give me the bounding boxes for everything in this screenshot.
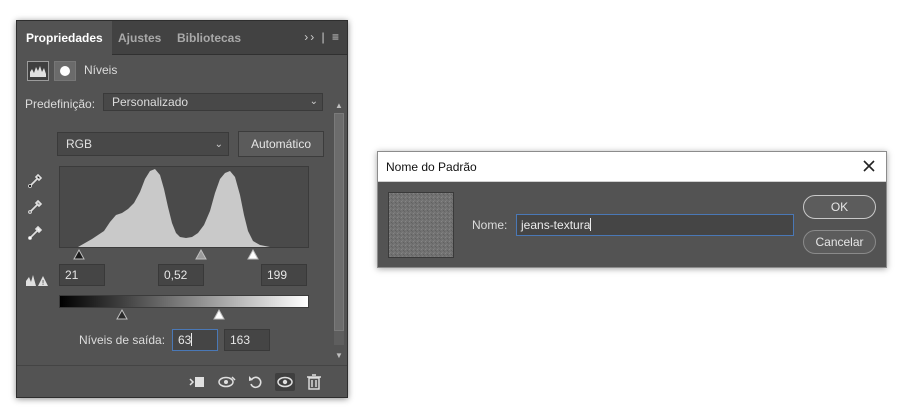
pattern-name-input[interactable]: jeans-textura — [516, 214, 794, 236]
preset-dropdown[interactable]: Personalizado ⌄ — [103, 93, 323, 111]
scroll-thumb[interactable] — [334, 113, 344, 331]
channel-value: RGB — [66, 137, 93, 151]
panel-bottom-toolbar — [17, 365, 347, 397]
tab-propriedades[interactable]: Propriedades — [17, 21, 112, 56]
visibility-eye-icon[interactable] — [275, 373, 295, 391]
levels-histogram — [59, 166, 309, 248]
input-gamma-field[interactable]: 0,52 — [158, 264, 204, 286]
reset-icon[interactable] — [246, 373, 266, 391]
panel-menu-icon[interactable]: ›› | ≡ — [304, 30, 341, 44]
tab-bibliotecas[interactable]: Bibliotecas — [168, 21, 250, 55]
output-low-field[interactable]: 63 — [172, 329, 218, 351]
levels-adjustment-icon[interactable] — [27, 61, 49, 81]
svg-text:!: ! — [42, 279, 45, 287]
scroll-up-icon[interactable]: ▲ — [334, 101, 344, 111]
dialog-title: Nome do Padrão — [386, 160, 477, 174]
text-caret — [590, 218, 592, 231]
layer-mask-icon[interactable] — [54, 61, 76, 81]
clip-to-layer-icon[interactable] — [187, 373, 207, 391]
cancel-button[interactable]: Cancelar — [803, 230, 876, 254]
white-point-eyedropper-icon[interactable] — [27, 223, 45, 241]
text-caret — [191, 333, 193, 346]
output-low-handle[interactable] — [116, 309, 128, 321]
output-gradient-bar — [59, 295, 309, 308]
preset-value: Personalizado — [112, 95, 189, 109]
auto-button[interactable]: Automático — [238, 131, 324, 157]
output-low-value: 63 — [178, 333, 192, 347]
histogram-graph — [60, 169, 308, 247]
clipping-warning-icon[interactable]: ! — [25, 271, 49, 289]
chevron-down-icon: ⌄ — [309, 96, 318, 107]
output-levels-slider[interactable] — [59, 309, 309, 321]
view-previous-state-icon[interactable] — [217, 373, 237, 391]
layer-title: Níveis — [84, 63, 118, 77]
panel-tab-bar: Propriedades Ajustes Bibliotecas ›› | ≡ — [17, 21, 347, 56]
white-point-handle[interactable] — [247, 249, 259, 261]
layer-header: Níveis — [27, 61, 327, 81]
preset-label: Predefinição: — [25, 97, 96, 111]
properties-panel: Propriedades Ajustes Bibliotecas ›› | ≡ … — [16, 20, 348, 398]
tab-ajustes[interactable]: Ajustes — [109, 21, 170, 55]
output-high-handle[interactable] — [213, 309, 225, 321]
input-levels-slider[interactable] — [59, 249, 309, 261]
input-white-level-field[interactable]: 199 — [261, 264, 307, 286]
ok-button[interactable]: OK — [803, 195, 876, 219]
output-high-field[interactable]: 163 — [224, 329, 270, 351]
black-point-handle[interactable] — [73, 249, 85, 261]
chevron-down-icon: ⌄ — [214, 139, 223, 150]
scroll-down-icon[interactable]: ▼ — [334, 351, 344, 361]
pattern-name-dialog: Nome do Padrão Nome: jeans-textura OK Ca… — [377, 151, 887, 268]
pattern-name-value: jeans-textura — [521, 218, 591, 232]
pattern-name-label: Nome: — [472, 218, 508, 232]
trash-icon[interactable] — [304, 373, 324, 391]
dialog-titlebar: Nome do Padrão — [378, 152, 886, 182]
gray-point-eyedropper-icon[interactable] — [27, 197, 45, 215]
input-black-level-field[interactable]: 21 — [59, 264, 105, 286]
panel-scrollbar[interactable]: ▲ ▼ — [333, 101, 345, 363]
channel-dropdown[interactable]: RGB ⌄ — [57, 132, 229, 156]
black-point-eyedropper-icon[interactable] — [27, 171, 45, 189]
gamma-handle[interactable] — [195, 249, 207, 261]
pattern-preview-thumbnail — [388, 192, 454, 258]
close-icon[interactable] — [859, 156, 879, 176]
output-levels-label: Níveis de saída: — [79, 333, 166, 347]
